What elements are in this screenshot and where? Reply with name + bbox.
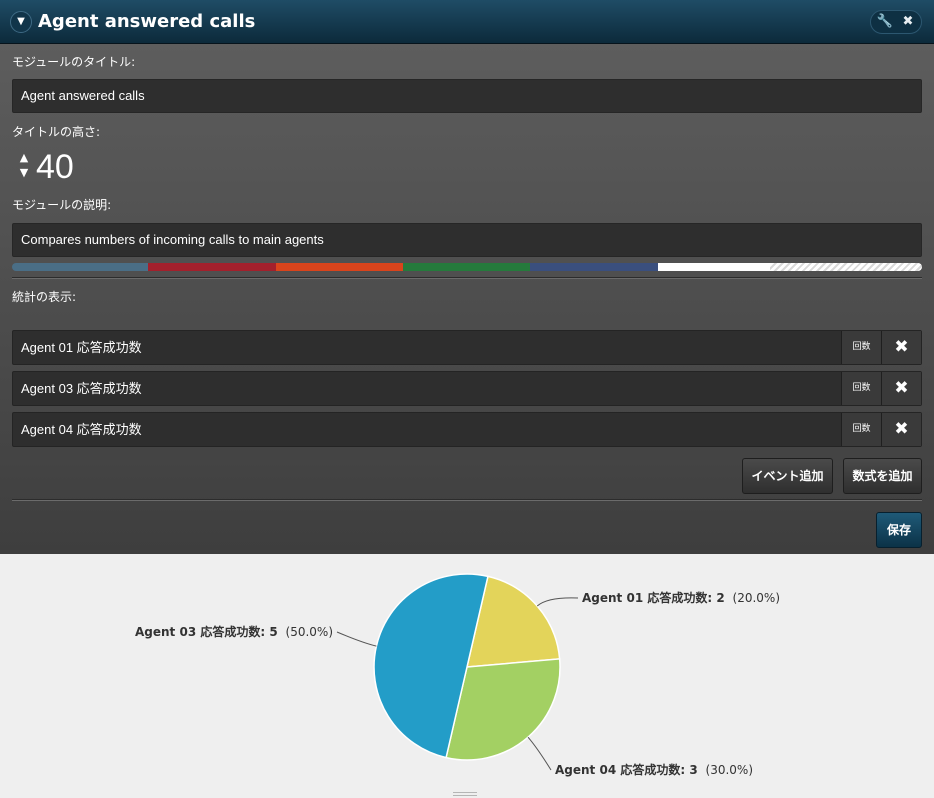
stat-type-button[interactable]: 回数 <box>841 331 881 364</box>
palette-swatch[interactable] <box>276 263 403 271</box>
slice-label: Agent 04 応答成功数: 3 (30.0%) <box>555 762 753 777</box>
add-formula-button[interactable]: 数式を追加 <box>843 458 922 494</box>
description-input[interactable]: Compares numbers of incoming calls to ma… <box>12 223 922 257</box>
slice-connector <box>536 597 579 607</box>
slice-label-percent: (30.0%) <box>706 763 753 777</box>
stepper-down-icon[interactable]: ▼ <box>16 165 32 180</box>
slice-label-main: Agent 04 応答成功数: 3 <box>555 762 698 777</box>
palette-swatch[interactable] <box>12 263 148 271</box>
description-label: モジュールの説明: <box>12 198 112 212</box>
remove-stat-icon[interactable]: ✖ <box>881 331 921 364</box>
palette-swatch[interactable] <box>403 263 530 271</box>
title-height-stepper[interactable]: ▲ ▼ <box>16 150 32 184</box>
slice-connector <box>336 631 377 647</box>
remove-stat-icon[interactable]: ✖ <box>881 372 921 405</box>
window-tools: 🔧 ✖ <box>870 10 922 34</box>
stats-label: 統計の表示: <box>12 290 77 304</box>
pie-chart: Agent 01 応答成功数: 2 (20.0%) Agent 04 応答成功数… <box>135 573 780 777</box>
remove-stat-icon[interactable]: ✖ <box>881 413 921 446</box>
save-button[interactable]: 保存 <box>876 512 922 548</box>
slice-label: Agent 01 応答成功数: 2 (20.0%) <box>582 590 780 605</box>
wrench-icon[interactable]: 🔧 <box>873 12 897 32</box>
stepper-up-icon[interactable]: ▲ <box>16 150 32 165</box>
module-settings-form: モジュールのタイトル: Agent answered calls タイトルの高さ… <box>0 44 934 554</box>
slice-label-percent: (20.0%) <box>733 591 780 605</box>
divider <box>12 499 922 501</box>
window-titlebar: ▼ Agent answered calls 🔧 ✖ <box>0 0 934 44</box>
stat-name[interactable]: Agent 03 応答成功数 <box>21 372 142 405</box>
divider <box>12 277 922 279</box>
slice-label: Agent 03 応答成功数: 5 (50.0%) <box>135 624 333 639</box>
module-title-input[interactable]: Agent answered calls <box>12 79 922 113</box>
palette-swatch[interactable] <box>148 263 276 271</box>
stat-row: Agent 01 応答成功数 回数 ✖ <box>12 330 922 365</box>
stat-name[interactable]: Agent 01 応答成功数 <box>21 331 142 364</box>
stat-row: Agent 03 応答成功数 回数 ✖ <box>12 371 922 406</box>
close-icon[interactable]: ✖ <box>896 12 920 32</box>
resize-grip[interactable] <box>453 792 477 796</box>
chart-preview: Agent 01 応答成功数: 2 (20.0%) Agent 04 応答成功数… <box>0 554 934 798</box>
title-height-label: タイトルの高さ: <box>12 125 101 139</box>
stat-type-button[interactable]: 回数 <box>841 372 881 405</box>
title-height-value[interactable]: 40 <box>36 147 74 187</box>
slice-connector <box>527 736 552 771</box>
collapse-icon[interactable]: ▼ <box>10 11 32 33</box>
slice-label-main: Agent 03 応答成功数: 5 <box>135 624 278 639</box>
stat-name[interactable]: Agent 04 応答成功数 <box>21 413 142 446</box>
palette-swatch-empty[interactable] <box>770 263 922 271</box>
slice-label-percent: (50.0%) <box>286 625 333 639</box>
color-palette <box>12 263 922 271</box>
module-title-label: モジュールのタイトル: <box>12 55 136 69</box>
add-event-button[interactable]: イベント追加 <box>742 458 833 494</box>
window-title: Agent answered calls <box>38 11 256 32</box>
palette-swatch[interactable] <box>658 263 770 271</box>
stat-row: Agent 04 応答成功数 回数 ✖ <box>12 412 922 447</box>
stat-type-button[interactable]: 回数 <box>841 413 881 446</box>
slice-label-main: Agent 01 応答成功数: 2 <box>582 590 725 605</box>
palette-swatch[interactable] <box>530 263 658 271</box>
